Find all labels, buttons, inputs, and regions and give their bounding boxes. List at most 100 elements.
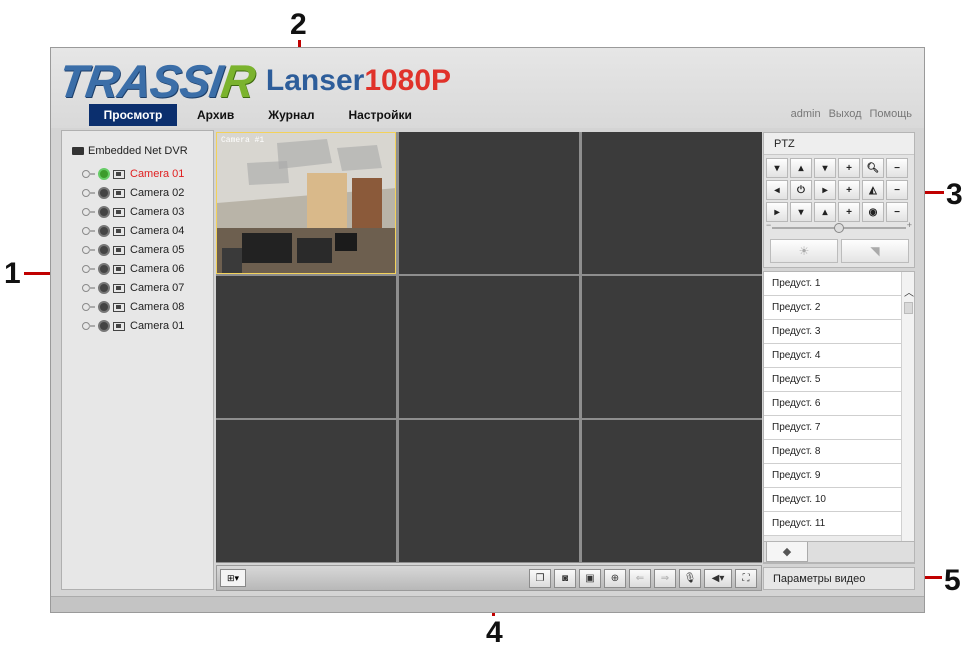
user-links: admin Выход Помощь <box>791 108 912 120</box>
chevron-up-icon[interactable]: ︿ <box>904 284 914 299</box>
camera-label: Camera 08 <box>130 301 185 313</box>
fullscreen-icon: ⛶ <box>742 573 750 584</box>
preset-item[interactable]: Предуст. 11 <box>764 512 902 536</box>
callout-2: 2 <box>290 8 307 41</box>
preset-scrollbar[interactable]: ︿ ﹀ <box>901 272 914 563</box>
camera-tree-item[interactable]: Camera 05 <box>82 243 184 257</box>
ptz-down-right-button[interactable]: ▴ <box>814 202 836 222</box>
tab-live-view[interactable]: Просмотр <box>89 104 177 126</box>
ptz-right-button[interactable]: ▸ <box>814 180 836 200</box>
record-icon: ▣ <box>585 573 595 584</box>
video-cell-2[interactable] <box>399 132 579 274</box>
video-cell-9[interactable] <box>582 420 762 562</box>
video-cell-8[interactable] <box>399 420 579 562</box>
wiper-button[interactable]: ◥ <box>841 239 909 263</box>
video-grid: Camera #1 <box>216 132 762 563</box>
camera-tree-item[interactable]: Camera 03 <box>82 205 184 219</box>
preset-tab[interactable]: ◆ <box>766 542 808 562</box>
focus-in-button[interactable]: + <box>838 180 860 200</box>
camera-tree-item[interactable]: Camera 07 <box>82 281 184 295</box>
ptz-left-button[interactable]: ◂ <box>766 180 788 200</box>
video-cell-5[interactable] <box>399 276 579 418</box>
zoom-icon-button[interactable]: 🔍︎ <box>862 158 884 178</box>
volume-button[interactable]: ◀▾ <box>704 569 732 588</box>
ptz-up-left-button[interactable]: ▾ <box>766 158 788 178</box>
microphone-button[interactable]: 🎙 <box>679 569 701 588</box>
record-icon <box>113 283 125 293</box>
ptz-auto-button[interactable]: ⏻ <box>790 180 812 200</box>
link-icon <box>82 169 96 179</box>
camera-tree-item[interactable]: Camera 01 <box>82 319 184 333</box>
slider-knob[interactable] <box>834 223 844 233</box>
ptz-up-right-button[interactable]: ▾ <box>814 158 836 178</box>
camera-tree-item[interactable]: Camera 04 <box>82 224 184 238</box>
live-camera-image <box>217 133 395 273</box>
record-icon <box>113 264 125 274</box>
logo-model: 1080P <box>364 64 452 97</box>
camera-tree-item[interactable]: Camera 08 <box>82 300 184 314</box>
link-icon <box>82 321 96 331</box>
light-button[interactable]: ☀ <box>770 239 838 263</box>
camera-icon <box>98 301 110 313</box>
tab-archive[interactable]: Архив <box>183 104 248 126</box>
focus-out-button[interactable]: − <box>886 180 908 200</box>
user-name: admin <box>790 108 821 120</box>
camera-tree-item[interactable]: Camera 02 <box>82 186 184 200</box>
ptz-speed-slider[interactable]: − + <box>766 220 912 233</box>
preset-item[interactable]: Предуст. 3 <box>764 320 902 344</box>
snapshot-button[interactable]: ◙ <box>554 569 576 588</box>
tree-root-dvr[interactable]: Embedded Net DVR <box>72 145 188 157</box>
video-cell-4[interactable] <box>216 276 396 418</box>
fullscreen-button[interactable]: ⛶ <box>735 569 757 588</box>
camera-tree-item[interactable]: Camera 06 <box>82 262 184 276</box>
camera-tree-item[interactable]: Camera 01 <box>82 167 184 181</box>
video-cell-3[interactable] <box>582 132 762 274</box>
record-icon <box>113 207 125 217</box>
camera-label: Camera 06 <box>130 263 185 275</box>
preset-item[interactable]: Предуст. 4 <box>764 344 902 368</box>
zoom-button[interactable]: ⊕ <box>604 569 626 588</box>
next-page-button[interactable]: ⇒ <box>654 569 676 588</box>
iris-open-button[interactable]: + <box>838 202 860 222</box>
ptz-down-left-button[interactable]: ▸ <box>766 202 788 222</box>
preset-item[interactable]: Предуст. 2 <box>764 296 902 320</box>
record-button[interactable]: ▣ <box>579 569 601 588</box>
tree-root-label: Embedded Net DVR <box>88 145 188 157</box>
stop-all-button[interactable]: ❐ <box>529 569 551 588</box>
zoom-out-button[interactable]: − <box>886 158 908 178</box>
preset-item[interactable]: Предуст. 10 <box>764 488 902 512</box>
zoom-in-button[interactable]: + <box>838 158 860 178</box>
video-params-button[interactable]: Параметры видео <box>763 567 915 590</box>
light-icon: ☀ <box>798 244 810 258</box>
tab-settings[interactable]: Настройки <box>335 104 426 126</box>
logo-trassir: TRASSIR <box>55 55 258 107</box>
ptz-down-button[interactable]: ▾ <box>790 202 812 222</box>
preset-item[interactable]: Предуст. 7 <box>764 416 902 440</box>
iris-close-button[interactable]: − <box>886 202 908 222</box>
help-link[interactable]: Помощь <box>870 108 913 120</box>
ptz-panel: PTZ ▾ ▴ ▾ + 🔍︎ − ◂ ⏻ ▸ + ◭ − ▸ ▾ ▴ + ◉ −… <box>763 132 915 268</box>
video-cell-1[interactable]: Camera #1 <box>216 132 396 274</box>
speaker-muted-icon: ◀▾ <box>711 573 725 584</box>
preset-item[interactable]: Предуст. 6 <box>764 392 902 416</box>
preset-item[interactable]: Предуст. 9 <box>764 464 902 488</box>
link-icon <box>82 302 96 312</box>
ptz-up-button[interactable]: ▴ <box>790 158 812 178</box>
arrow-right-icon: ⇒ <box>660 573 670 584</box>
main-nav: Просмотр Архив Журнал Настройки <box>89 104 432 126</box>
video-cell-7[interactable] <box>216 420 396 562</box>
prev-page-button[interactable]: ⇐ <box>629 569 651 588</box>
camera-label: Camera 07 <box>130 282 185 294</box>
ptz-title: PTZ <box>764 133 914 155</box>
tab-log[interactable]: Журнал <box>254 104 328 126</box>
device-tree: Embedded Net DVR Camera 01 Camera 02 Camer… <box>61 130 214 590</box>
focus-icon-button[interactable]: ◭ <box>862 180 884 200</box>
preset-item[interactable]: Предуст. 1 <box>764 272 902 296</box>
layout-select-button[interactable]: ⊞▾ <box>220 569 246 587</box>
preset-item[interactable]: Предуст. 5 <box>764 368 902 392</box>
video-cell-6[interactable] <box>582 276 762 418</box>
logout-link[interactable]: Выход <box>829 108 862 120</box>
preset-item[interactable]: Предуст. 8 <box>764 440 902 464</box>
scroll-thumb[interactable] <box>904 302 913 314</box>
iris-icon-button[interactable]: ◉ <box>862 202 884 222</box>
